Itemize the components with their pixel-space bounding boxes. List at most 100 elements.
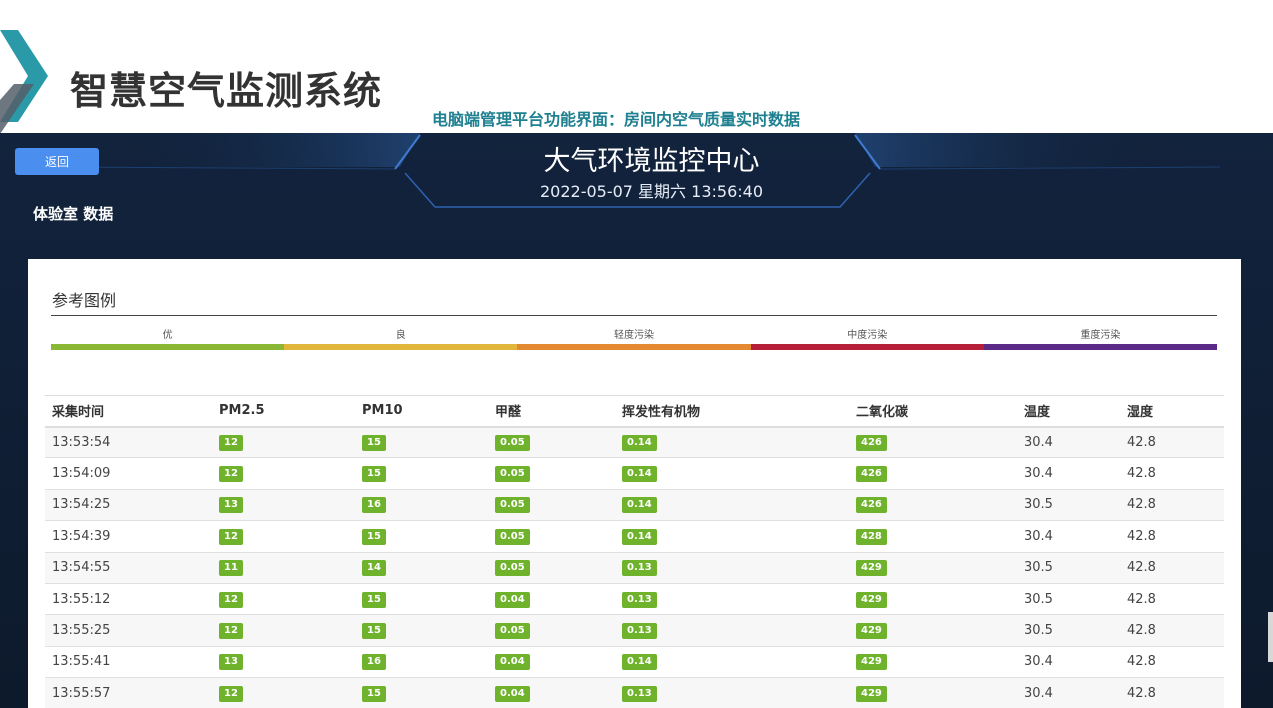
legend-item: 良 [284, 329, 518, 351]
value-badge: 0.14 [622, 528, 657, 545]
slide-subtitle: 电脑端管理平台功能界面：房间内空气质量实时数据 [432, 110, 801, 129]
cell-voc: 0.14 [615, 645, 849, 678]
cell-formaldehyde: 0.04 [488, 582, 615, 615]
cell-time: 13:54:55 [45, 551, 212, 584]
table-row: 13:54:25 13 16 0.05 0.14 426 30.5 42.8 [45, 488, 1224, 521]
cell-time: 13:55:12 [45, 582, 212, 615]
cell-pm10: 16 [355, 645, 488, 678]
value-badge: 426 [856, 434, 887, 451]
value-badge: 15 [362, 591, 386, 608]
value-badge: 15 [362, 686, 386, 703]
cell-formaldehyde: 0.04 [488, 677, 615, 708]
cell-humidity: 42.8 [1120, 645, 1224, 678]
column-header-pm10: PM10 [355, 395, 488, 428]
table-row: 13:53:54 12 15 0.05 0.14 426 30.4 42.8 [45, 425, 1224, 458]
table-row: 13:54:39 12 15 0.05 0.14 428 30.4 42.8 [45, 520, 1224, 553]
cell-voc: 0.14 [615, 488, 849, 521]
value-badge: 0.05 [495, 466, 530, 483]
value-badge: 0.14 [622, 434, 657, 451]
column-header-humidity: 湿度 [1120, 395, 1224, 428]
value-badge: 0.04 [495, 686, 530, 703]
cell-temperature: 30.4 [1017, 520, 1120, 553]
cell-co2: 429 [849, 551, 1017, 584]
cell-pm10: 15 [355, 457, 488, 490]
current-datetime: 2022-05-07 星期六 13:56:40 [539, 182, 764, 201]
cell-time: 13:54:39 [45, 520, 212, 553]
cell-voc: 0.13 [615, 551, 849, 584]
column-header-voc: 挥发性有机物 [615, 395, 849, 428]
legend-title: 参考图例 [52, 291, 117, 310]
value-badge: 0.14 [622, 466, 657, 483]
legend-item: 优 [51, 329, 285, 351]
value-badge: 15 [362, 466, 386, 483]
value-badge: 0.05 [495, 434, 530, 451]
cell-voc: 0.14 [615, 425, 849, 458]
cell-time: 13:55:41 [45, 645, 212, 678]
cell-voc: 0.14 [615, 457, 849, 490]
cell-pm25: 11 [212, 551, 355, 584]
value-badge: 0.05 [495, 623, 530, 640]
column-header-time: 采集时间 [45, 395, 212, 428]
value-badge: 429 [856, 654, 887, 671]
legend-label: 中度污染 [847, 330, 888, 341]
cell-pm10: 15 [355, 520, 488, 553]
value-badge: 0.13 [622, 560, 657, 577]
cell-pm25: 12 [212, 425, 355, 458]
cell-pm25: 12 [212, 457, 355, 490]
cell-voc: 0.14 [615, 520, 849, 553]
cell-co2: 429 [849, 645, 1017, 678]
room-title: 体验室 数据 [33, 205, 114, 223]
cell-formaldehyde: 0.05 [488, 551, 615, 584]
cell-formaldehyde: 0.05 [488, 425, 615, 458]
cell-pm10: 15 [355, 425, 488, 458]
value-badge: 16 [362, 654, 386, 671]
value-badge: 0.13 [622, 686, 657, 703]
cell-formaldehyde: 0.05 [488, 520, 615, 553]
cell-formaldehyde: 0.05 [488, 488, 615, 521]
scrollbar-handle[interactable] [1268, 612, 1273, 662]
value-badge: 0.05 [495, 528, 530, 545]
legend-color-bar [284, 344, 518, 350]
value-badge: 0.05 [495, 497, 530, 514]
legend-divider [51, 315, 1217, 316]
cell-co2: 426 [849, 457, 1017, 490]
cell-pm10: 15 [355, 582, 488, 615]
value-badge: 16 [362, 497, 386, 514]
value-badge: 15 [362, 528, 386, 545]
value-badge: 12 [219, 623, 243, 640]
cell-temperature: 30.5 [1017, 614, 1120, 647]
value-badge: 14 [362, 560, 386, 577]
cell-pm10: 16 [355, 488, 488, 521]
cell-pm10: 14 [355, 551, 488, 584]
value-badge: 0.14 [622, 497, 657, 514]
cell-voc: 0.13 [615, 614, 849, 647]
legend-item: 重度污染 [983, 329, 1218, 351]
table-row: 13:54:55 11 14 0.05 0.13 429 30.5 42.8 [45, 551, 1224, 584]
value-badge: 15 [362, 623, 386, 640]
cell-co2: 428 [849, 520, 1017, 553]
column-header-pm25: PM2.5 [212, 395, 355, 428]
cell-temperature: 30.4 [1017, 457, 1120, 490]
cell-humidity: 42.8 [1120, 582, 1224, 615]
value-badge: 15 [362, 434, 386, 451]
column-header-formaldehyde: 甲醛 [488, 395, 615, 428]
cell-co2: 426 [849, 488, 1017, 521]
cell-humidity: 42.8 [1120, 614, 1224, 647]
cell-pm25: 12 [212, 582, 355, 615]
legend-label: 重度污染 [1080, 330, 1121, 341]
value-badge: 0.04 [495, 591, 530, 608]
center-title: 大气环境监控中心 [543, 146, 760, 177]
cell-pm25: 13 [212, 645, 355, 678]
dashboard-screen: 返回 大气环境监控中心 2022-05-07 星期六 13:56:40 体验室 … [0, 133, 1273, 708]
cell-humidity: 42.8 [1120, 520, 1224, 553]
column-header-co2: 二氧化碳 [849, 395, 1017, 428]
cell-formaldehyde: 0.05 [488, 457, 615, 490]
cell-pm25: 12 [212, 520, 355, 553]
cell-co2: 429 [849, 582, 1017, 615]
value-badge: 0.14 [622, 654, 657, 671]
table-row: 13:55:41 13 16 0.04 0.14 429 30.4 42.8 [45, 645, 1224, 678]
legend-item: 轻度污染 [517, 329, 751, 351]
cell-humidity: 42.8 [1120, 488, 1224, 521]
cell-temperature: 30.5 [1017, 582, 1120, 615]
cell-pm10: 15 [355, 614, 488, 647]
